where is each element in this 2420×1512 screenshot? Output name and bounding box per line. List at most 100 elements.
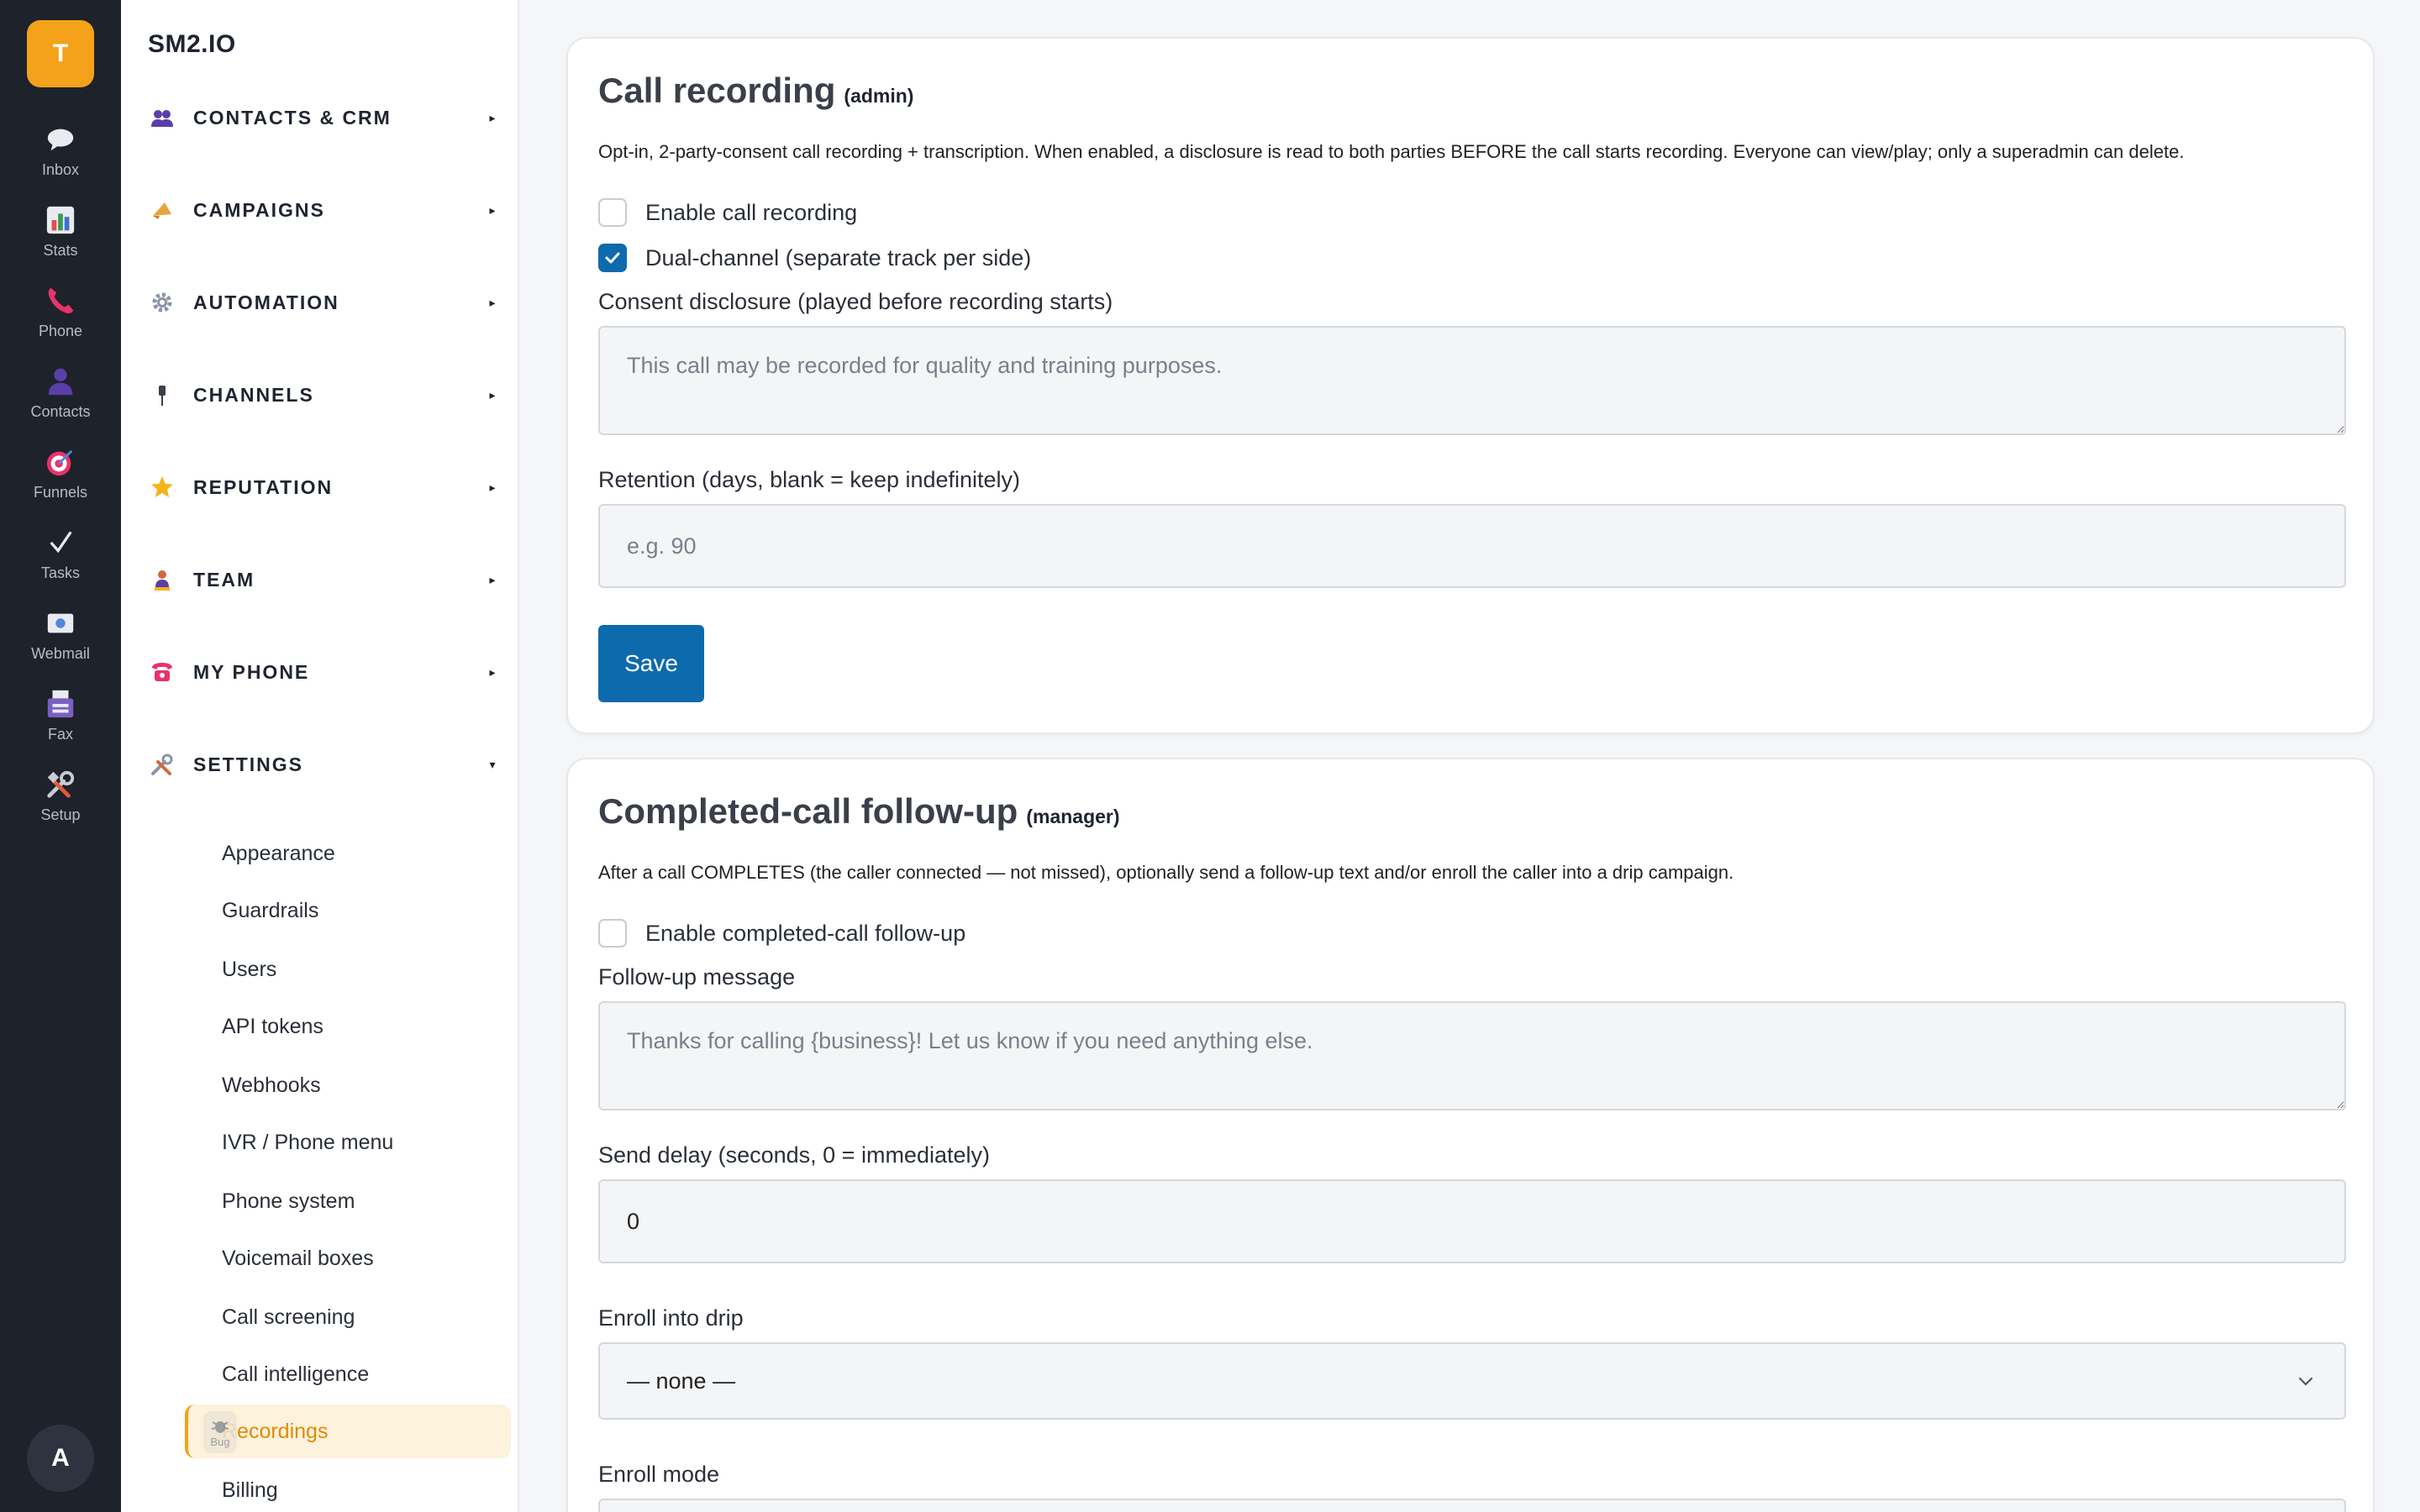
- retention-days-input[interactable]: [598, 504, 2346, 588]
- card-title: Completed-call follow-up (manager): [598, 791, 1120, 832]
- send-delay-input[interactable]: [598, 1179, 2346, 1263]
- sidebar-group-automation[interactable]: AUTOMATION ▸: [148, 277, 501, 328]
- fax-icon: [44, 687, 77, 721]
- chevron-right-icon: ▸: [489, 295, 496, 309]
- people-icon: [148, 103, 176, 132]
- rail-item-funnels[interactable]: Funnels: [0, 445, 121, 526]
- sidebar-item-guardrails[interactable]: Guardrails: [185, 884, 511, 937]
- rail-label: Inbox: [41, 161, 80, 178]
- sidebar-item-call-screening[interactable]: Call screening: [185, 1290, 511, 1344]
- card-title: Call recording (admin): [598, 71, 913, 111]
- followup-message-label: Follow-up message: [598, 964, 796, 990]
- sidebar-group-label: CHANNELS: [193, 383, 314, 406]
- rail-label: Contacts: [30, 403, 91, 420]
- gear-icon: [148, 288, 176, 317]
- tools-icon: [148, 750, 176, 779]
- rail-label: Setup: [40, 806, 81, 823]
- target-icon: [44, 445, 77, 479]
- sidebar-item-call-intelligence[interactable]: Call intelligence: [185, 1347, 511, 1401]
- consent-disclosure-textarea[interactable]: [598, 326, 2346, 435]
- rail-label: Tasks: [40, 564, 80, 581]
- role-badge: (admin): [844, 85, 914, 107]
- icon-rail: T Inbox Stats Phone Contacts Funnels Tas…: [0, 0, 121, 1512]
- rail-item-fax[interactable]: Fax: [0, 687, 121, 768]
- rail-label: Stats: [43, 242, 78, 259]
- enroll-drip-label: Enroll into drip: [598, 1305, 744, 1331]
- sidebar-group-contacts-crm[interactable]: CONTACTS & CRM ▸: [148, 92, 501, 143]
- rail-item-tasks[interactable]: Tasks: [0, 526, 121, 606]
- retention-label: Retention (days, blank = keep indefinite…: [598, 467, 1021, 492]
- rail-item-inbox[interactable]: Inbox: [0, 123, 121, 203]
- chevron-right-icon: ▸: [489, 664, 496, 679]
- sidebar-item-billing[interactable]: Billing: [185, 1463, 511, 1512]
- sidebar-item-ivr-phone-menu[interactable]: IVR / Phone menu: [185, 1116, 511, 1169]
- rail-item-stats[interactable]: Stats: [0, 203, 121, 284]
- sidebar-item-api-tokens[interactable]: API tokens: [185, 1000, 511, 1053]
- bug-report-button[interactable]: Bug: [203, 1411, 237, 1453]
- sidebar: SM2.IO CONTACTS & CRM ▸ CAMPAIGNS ▸ AUTO…: [121, 0, 519, 1512]
- checkmark-icon: [44, 526, 77, 559]
- sidebar-item-users[interactable]: Users: [185, 942, 511, 996]
- enable-followup-row[interactable]: Enable completed-call follow-up: [598, 919, 965, 948]
- save-button[interactable]: Save: [598, 625, 704, 702]
- sidebar-group-team[interactable]: TEAM ▸: [148, 554, 501, 605]
- sidebar-group-settings[interactable]: SETTINGS ▾: [148, 739, 501, 790]
- card-title-text: Completed-call follow-up: [598, 791, 1018, 831]
- sidebar-group-label: REPUTATION: [193, 475, 334, 498]
- enable-followup-checkbox[interactable]: [598, 919, 627, 948]
- person-icon: [44, 365, 77, 398]
- rail-item-contacts[interactable]: Contacts: [0, 365, 121, 445]
- sidebar-group-label: CONTACTS & CRM: [193, 106, 392, 129]
- chevron-right-icon: ▸: [489, 480, 496, 494]
- chevron-right-icon: ▸: [489, 110, 496, 124]
- checkbox-label: Enable completed-call follow-up: [645, 920, 966, 946]
- bug-icon: [211, 1420, 229, 1433]
- chevron-down-icon: ▾: [489, 757, 496, 771]
- role-badge: (manager): [1026, 806, 1120, 827]
- enroll-mode-label: Enroll mode: [598, 1462, 720, 1487]
- sidebar-group-my-phone[interactable]: MY PHONE ▸: [148, 647, 501, 697]
- rail-item-webmail[interactable]: Webmail: [0, 606, 121, 687]
- plug-icon: [148, 381, 176, 409]
- sidebar-item-phone-system[interactable]: Phone system: [185, 1174, 511, 1228]
- sidebar-item-webhooks[interactable]: Webhooks: [185, 1058, 511, 1112]
- sidebar-group-channels[interactable]: CHANNELS ▸: [148, 370, 501, 420]
- chevron-right-icon: ▸: [489, 202, 496, 217]
- bug-badge-label: Bug: [210, 1435, 230, 1448]
- card-description: After a call COMPLETES (the caller conne…: [598, 862, 1734, 883]
- sidebar-item-label: Recordings: [222, 1419, 329, 1443]
- sidebar-item-voicemail-boxes[interactable]: Voicemail boxes: [185, 1231, 511, 1285]
- avatar[interactable]: A: [27, 1425, 94, 1492]
- consent-label: Consent disclosure (played before record…: [598, 289, 1113, 314]
- chevron-down-icon: [2298, 1377, 2313, 1386]
- rail-item-setup[interactable]: Setup: [0, 768, 121, 848]
- enroll-mode-select[interactable]: [598, 1499, 2346, 1512]
- enable-call-recording-checkbox[interactable]: [598, 198, 627, 227]
- workspace-logo[interactable]: T: [27, 20, 94, 87]
- enroll-drip-select[interactable]: — none —: [598, 1342, 2346, 1420]
- sidebar-group-label: SETTINGS: [193, 753, 304, 775]
- rail-item-phone[interactable]: Phone: [0, 284, 121, 365]
- select-value: — none —: [627, 1368, 736, 1394]
- tools-icon: [44, 768, 77, 801]
- megaphone-icon: [148, 196, 176, 224]
- sidebar-group-reputation[interactable]: REPUTATION ▸: [148, 462, 501, 512]
- dual-channel-row[interactable]: Dual-channel (separate track per side): [598, 244, 1031, 272]
- enable-call-recording-row[interactable]: Enable call recording: [598, 198, 857, 227]
- star-icon: [148, 473, 176, 501]
- sidebar-group-label: MY PHONE: [193, 660, 310, 683]
- sidebar-item-recordings[interactable]: Bug Recordings: [185, 1404, 511, 1458]
- sidebar-group-campaigns[interactable]: CAMPAIGNS ▸: [148, 185, 501, 235]
- rail-label: Phone: [38, 323, 83, 339]
- mail-icon: [44, 606, 77, 640]
- sidebar-item-appearance[interactable]: Appearance: [185, 827, 511, 880]
- dual-channel-checkbox[interactable]: [598, 244, 627, 272]
- telephone-icon: [148, 658, 176, 686]
- trophy-person-icon: [148, 565, 176, 594]
- checkbox-label: Dual-channel (separate track per side): [645, 244, 1032, 270]
- followup-message-textarea[interactable]: [598, 1001, 2346, 1110]
- bar-chart-icon: [44, 203, 77, 237]
- rail-label: Fax: [47, 726, 73, 743]
- sidebar-group-label: CAMPAIGNS: [193, 198, 325, 221]
- card-title-text: Call recording: [598, 71, 836, 110]
